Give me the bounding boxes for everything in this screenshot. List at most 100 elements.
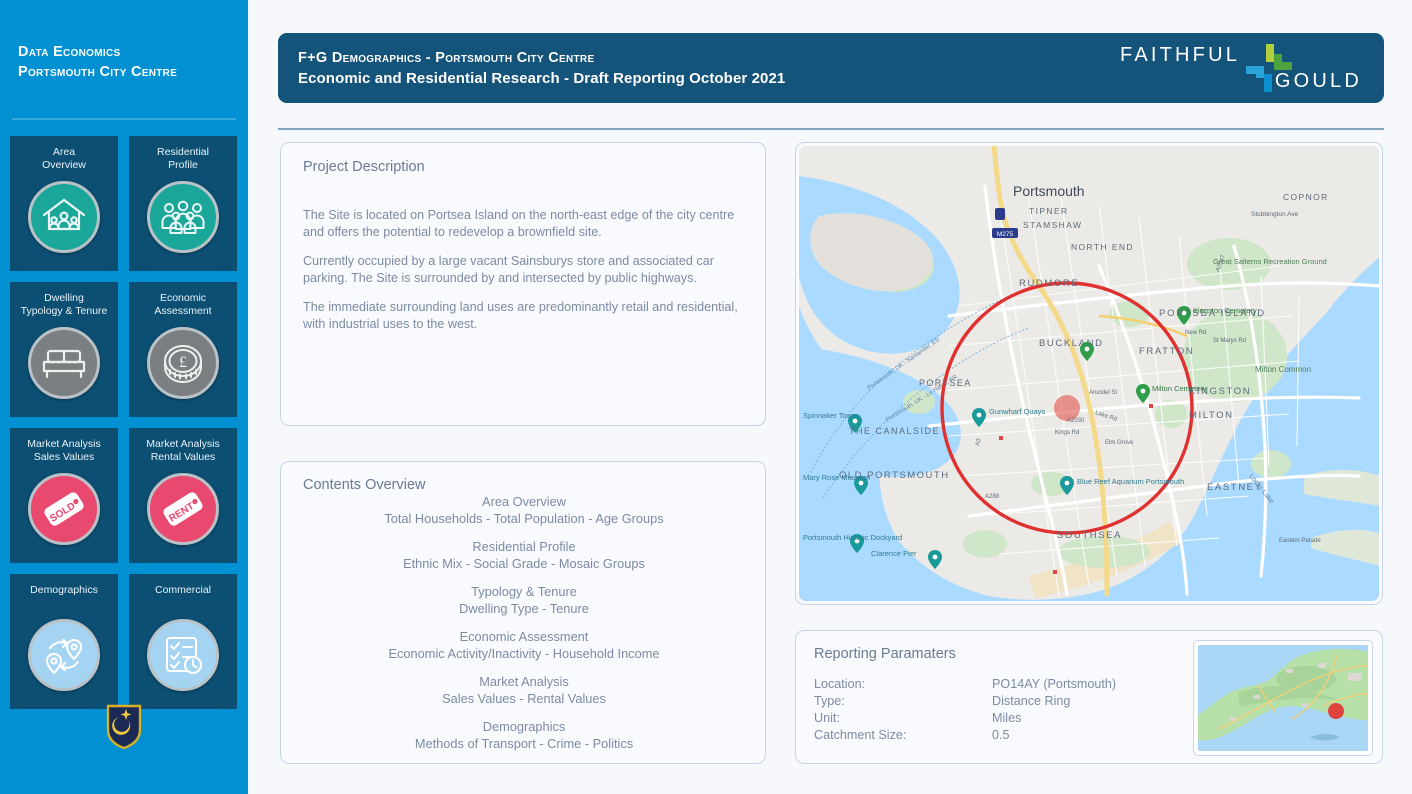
header-subtitle: F+G Demographics - Portsmouth City Centr… — [298, 48, 785, 68]
parameter-row: Catchment Size: 0.5 — [814, 727, 1116, 744]
parameter-key: Type: — [814, 693, 992, 710]
project-description-title: Project Description — [303, 159, 425, 175]
tile-label-line1: Residential — [157, 146, 209, 158]
sidebar-item-market-analysis-sales-values[interactable]: Market Analysis Sales Values SOLD — [10, 428, 118, 563]
parameter-value: PO14AY (Portsmouth) — [992, 676, 1116, 693]
logo-text-faithful: FAITHFUL — [1120, 44, 1240, 67]
map-label-spinnaker-tower: Spinnaker Tower — [803, 411, 859, 420]
sidebar-item-residential-profile[interactable]: Residential Profile — [129, 136, 237, 271]
project-description-paragraph: The Site is located on Portsea Island on… — [303, 207, 747, 241]
parameter-value: Miles — [992, 710, 1021, 727]
parameter-key: Location: — [814, 676, 992, 693]
page-header: F+G Demographics - Portsmouth City Centr… — [278, 33, 1384, 103]
contents-group-heading: Typology & Tenure — [281, 584, 767, 601]
sidebar-item-economic-assessment[interactable]: Economic Assessment £ — [129, 282, 237, 417]
report-page: Data Economics Portsmouth City Centre Ar… — [0, 0, 1412, 794]
map-label-kingston-cemetery: Kingston Cemetery — [1193, 306, 1257, 315]
map-label-rudmore: RUDMORE — [1019, 278, 1079, 289]
map-label-clarence-pier: Clarence Pier — [871, 549, 917, 558]
rent-tag-icon: RENT — [147, 473, 219, 545]
map-label-historic-dockyard: Portsmouth Historic Dockyard — [803, 533, 902, 542]
map-label-blue-reef: Blue Reef Aquarium Portsmouth — [1077, 477, 1184, 486]
tile-label-line2: Typology & Tenure — [21, 305, 108, 317]
contents-overview-card: Contents Overview Area Overview Total Ho… — [280, 461, 766, 764]
tile-label-line2: Assessment — [154, 305, 211, 317]
map-label-road-a288: A288 — [985, 494, 1000, 500]
tile-label-line2: Rental Values — [151, 451, 216, 463]
contents-group: Market Analysis Sales Values - Rental Va… — [281, 674, 767, 707]
parameter-key: Unit: — [814, 710, 992, 727]
header-divider — [278, 128, 1384, 130]
contents-group-items: Methods of Transport - Crime - Politics — [281, 736, 767, 753]
portsmouth-fc-crest-icon — [106, 704, 142, 750]
map-label-milton: MILTON — [1189, 410, 1234, 421]
house-family-icon — [28, 181, 100, 253]
contents-group: Residential Profile Ethnic Mix - Social … — [281, 539, 767, 572]
map-label-arundel-st: Arundel St — [1089, 390, 1117, 396]
map-label-portsmouth: Portsmouth — [1013, 183, 1085, 199]
map-label-copnor: COPNOR — [1283, 192, 1329, 202]
sidebar-divider — [12, 118, 236, 120]
sold-tag-icon: SOLD — [28, 473, 100, 545]
parameter-row: Unit: Miles — [814, 710, 1116, 727]
map-pins-arrows-icon — [28, 619, 100, 691]
tile-label-line1: Economic — [160, 292, 206, 304]
project-description-card: Project Description The Site is located … — [280, 142, 766, 426]
contents-group: Typology & Tenure Dwelling Type - Tenure — [281, 584, 767, 617]
map-label-mary-rose: Mary Rose Museum — [803, 473, 870, 482]
map-label-southsea: SOUTHSEA — [1057, 530, 1122, 541]
map-label-gunwharf-quays: Gunwharf Quays — [989, 407, 1046, 416]
project-description-body: The Site is located on Portsea Island on… — [303, 207, 747, 345]
project-description-paragraph: Currently occupied by a large vacant Sai… — [303, 253, 747, 287]
tile-label-line1: Market Analysis — [27, 438, 101, 450]
map-label-eastern-parade: Eastern Parade — [1279, 538, 1321, 544]
reporting-parameters-title: Reporting Paramaters — [814, 646, 956, 662]
faithful-gould-logo: FAITHFUL GOULD — [1120, 40, 1362, 96]
map-label-great-salterns: Great Salterns Recreation Ground — [1213, 257, 1327, 266]
catchment-map-card[interactable]: Portsmouth, UK - Santander, ES Portsmout… — [795, 142, 1383, 605]
contents-group-items: Economic Activity/Inactivity - Household… — [281, 646, 767, 663]
tile-label-line1: Dwelling — [44, 292, 84, 304]
catchment-map[interactable]: Portsmouth, UK - Santander, ES Portsmout… — [799, 146, 1379, 601]
sidebar-item-area-overview[interactable]: Area Overview — [10, 136, 118, 271]
sidebar-item-commercial[interactable]: Commercial — [129, 574, 237, 709]
contents-group-items: Total Households - Total Population - Ag… — [281, 511, 767, 528]
reporting-parameters-card: Reporting Paramaters Location: PO14AY (P… — [795, 630, 1383, 764]
parameter-key: Catchment Size: — [814, 727, 992, 744]
parameter-row: Type: Distance Ring — [814, 693, 1116, 710]
contents-group: Economic Assessment Economic Activity/In… — [281, 629, 767, 662]
map-label-kings-rd: Kings Rd — [1055, 430, 1079, 436]
contents-group: Area Overview Total Households - Total P… — [281, 494, 767, 527]
parameter-value: Distance Ring — [992, 693, 1070, 710]
sidebar-item-dwelling-typology-tenure[interactable]: Dwelling Typology & Tenure — [10, 282, 118, 417]
people-group-icon — [147, 181, 219, 253]
sidebar: Data Economics Portsmouth City Centre Ar… — [0, 0, 248, 794]
contents-group: Demographics Methods of Transport - Crim… — [281, 719, 767, 752]
bed-icon — [28, 327, 100, 399]
tile-label-line1: Commercial — [155, 584, 211, 596]
logo-pinwheel-icon — [1246, 44, 1292, 97]
parameter-value: 0.5 — [992, 727, 1010, 744]
sidebar-title-line2: Portsmouth City Centre — [18, 62, 248, 82]
map-label-st-marys-rd: St Marys Rd — [1213, 338, 1246, 344]
map-label-new-rd: New Rd — [1185, 330, 1206, 336]
locator-map-frame[interactable] — [1193, 640, 1373, 756]
sidebar-title-line1: Data Economics — [18, 42, 248, 62]
sidebar-item-demographics[interactable]: Demographics — [10, 574, 118, 709]
contents-group-heading: Residential Profile — [281, 539, 767, 556]
parameter-row: Location: PO14AY (Portsmouth) — [814, 676, 1116, 693]
sidebar-item-market-analysis-rental-values[interactable]: Market Analysis Rental Values RENT — [129, 428, 237, 563]
tile-label-line1: Demographics — [30, 584, 98, 596]
south-england-locator-map[interactable] — [1198, 645, 1368, 751]
contents-overview-title: Contents Overview — [303, 477, 426, 493]
checklist-clock-icon — [147, 619, 219, 691]
map-canvas[interactable]: Portsmouth, UK - Santander, ES Portsmout… — [799, 146, 1379, 601]
map-label-portsea: PORTSEA — [919, 378, 972, 388]
project-description-paragraph: The immediate surrounding land uses are … — [303, 299, 747, 333]
pound-symbol-glyph: £ — [179, 354, 187, 371]
header-title-block: F+G Demographics - Portsmouth City Centr… — [298, 48, 785, 89]
tile-label-line1: Area — [53, 146, 75, 158]
map-label-buckland: BUCKLAND — [1039, 338, 1104, 349]
map-label-road-a2030: A2030 — [1067, 418, 1085, 424]
sidebar-tile-grid: Area Overview — [10, 136, 238, 709]
